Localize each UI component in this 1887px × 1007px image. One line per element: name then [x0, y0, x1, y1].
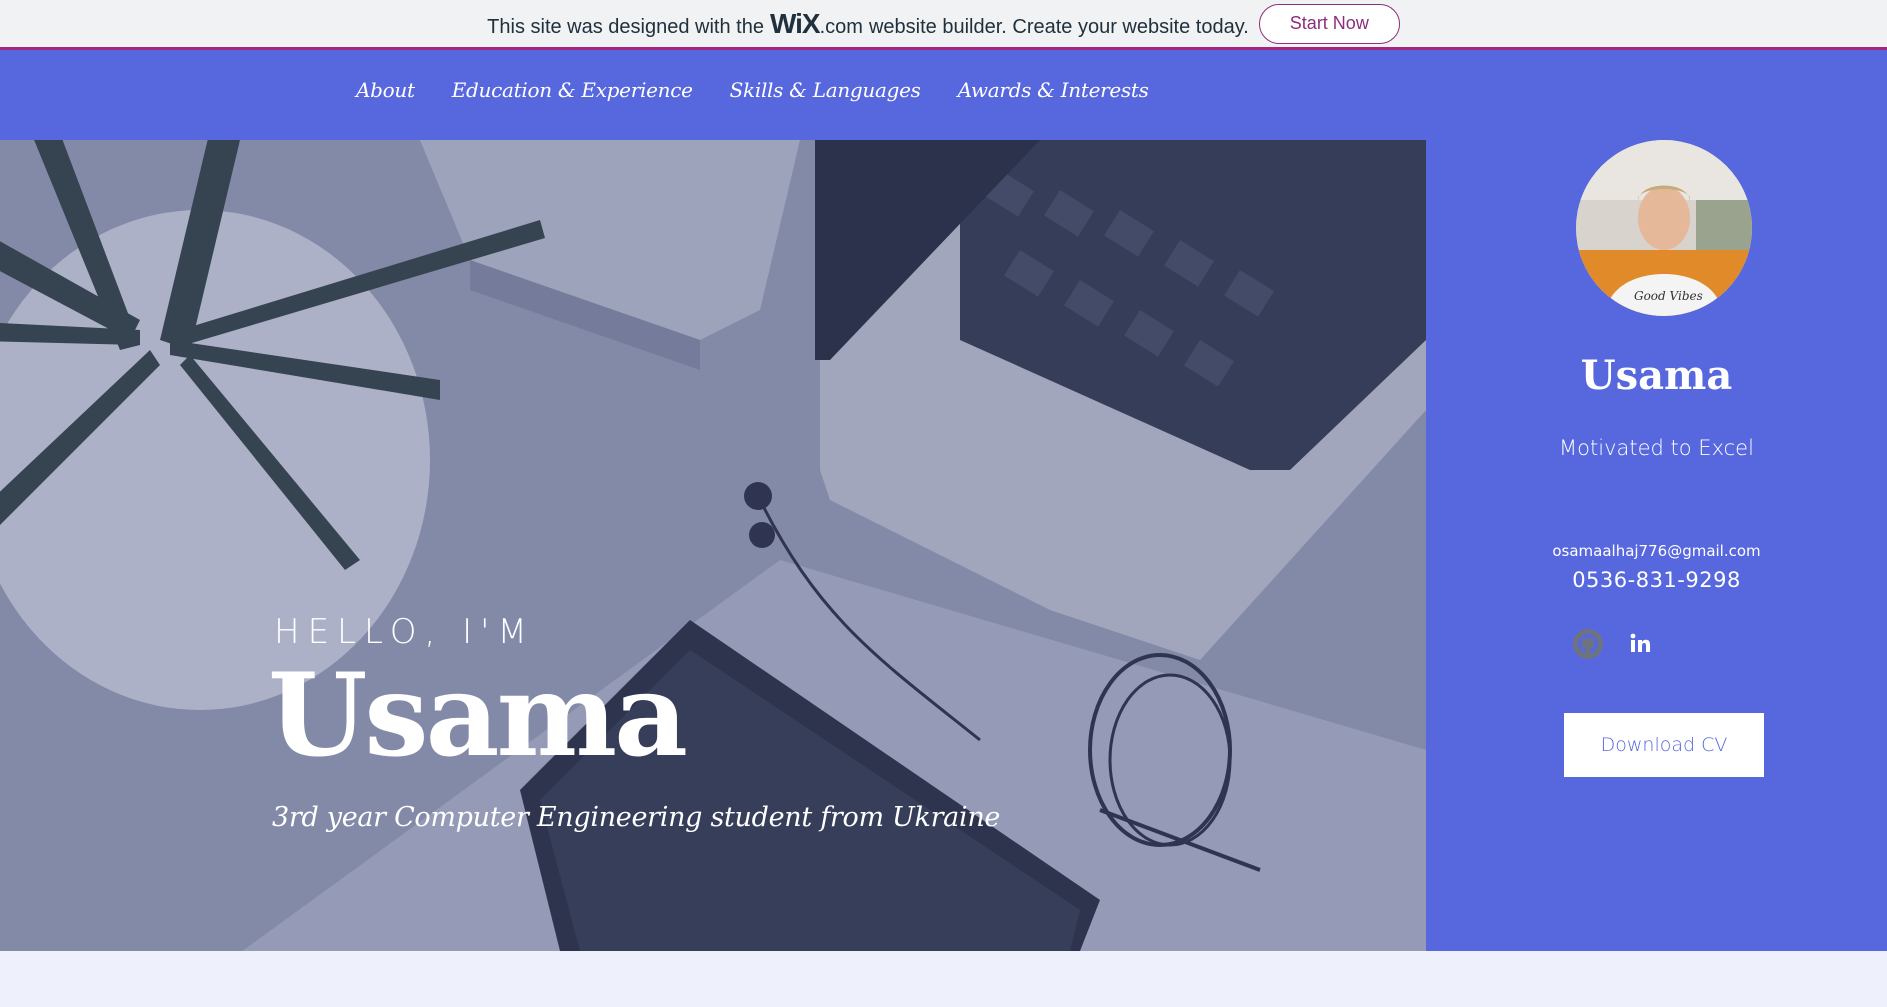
github-icon[interactable]	[1572, 628, 1604, 660]
start-now-button[interactable]: Start Now	[1258, 3, 1400, 44]
linkedin-icon[interactable]	[1624, 628, 1656, 660]
hero-name: Usama	[268, 648, 688, 782]
nav-item-about[interactable]: About	[356, 78, 415, 102]
hero-subtitle: 3rd year Computer Engineering student fr…	[272, 802, 1001, 833]
profile-sidebar: Good Vibes Usama Motivated to Excel osam…	[1426, 140, 1887, 951]
wix-logo-suffix: .com	[819, 15, 863, 38]
main-nav: About Education & Experience Skills & La…	[356, 78, 1149, 102]
banner-text-after: website builder. Create your website tod…	[868, 15, 1249, 38]
nav-item-skills-languages[interactable]: Skills & Languages	[730, 78, 921, 102]
download-cv-button[interactable]: Download CV	[1564, 713, 1764, 777]
sidebar-name: Usama	[1580, 352, 1733, 399]
avatar-photo: Good Vibes	[1576, 140, 1752, 316]
svg-text:Good Vibes: Good Vibes	[1634, 289, 1703, 303]
nav-item-awards-interests[interactable]: Awards & Interests	[958, 78, 1149, 102]
wix-logo[interactable]: WiX	[770, 8, 821, 40]
sidebar-email[interactable]: osamaalhaj776@gmail.com	[1426, 542, 1887, 560]
avatar: Good Vibes	[1576, 140, 1752, 316]
banner-text-group: This site was designed with the WiX .com…	[487, 8, 1249, 40]
social-links	[1572, 628, 1656, 660]
hero-greeting: HELLO, I'M	[274, 612, 535, 652]
nav-item-education-experience[interactable]: Education & Experience	[452, 78, 693, 102]
hero-section: HELLO, I'M Usama 3rd year Computer Engin…	[0, 140, 1426, 951]
site-header: About Education & Experience Skills & La…	[0, 50, 1887, 140]
sidebar-phone[interactable]: 0536-831-9298	[1426, 568, 1887, 592]
banner-text-before: This site was designed with the	[487, 15, 764, 38]
sidebar-tagline: Motivated to Excel	[1559, 436, 1754, 460]
wix-promo-banner: This site was designed with the WiX .com…	[0, 0, 1887, 50]
